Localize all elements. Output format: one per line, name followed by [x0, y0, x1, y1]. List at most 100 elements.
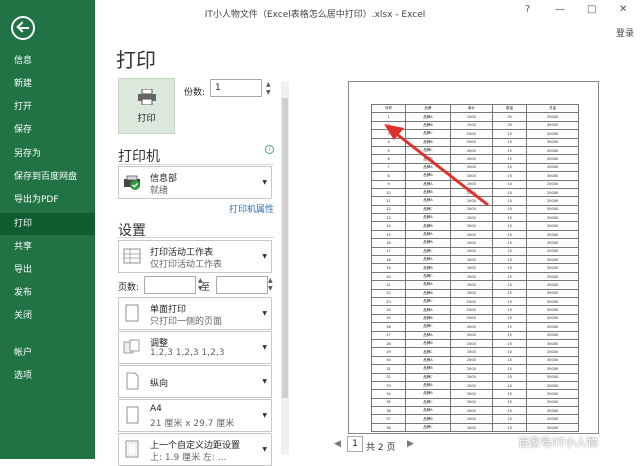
help-button[interactable]: ? — [525, 4, 530, 15]
preview-table-cell: 品牌B — [405, 364, 451, 374]
preview-table-cell: 品牌A — [405, 162, 451, 173]
back-arrow-icon[interactable] — [11, 16, 35, 40]
preview-table-cell: 30000 — [526, 338, 579, 349]
preview-table-row: 3 品牌C 2000 10 20000 — [370, 129, 579, 139]
preview-table-cell: 15 — [492, 137, 528, 147]
preview-table-cell: 20000 — [526, 187, 579, 198]
nav-options[interactable]: 选项 — [0, 365, 95, 387]
paper-size-select[interactable]: A4 21 厘米 x 29.7 厘米 ▼ — [118, 399, 272, 432]
paper-size-desc: 21 厘米 x 29.7 厘米 — [150, 419, 235, 429]
preview-table-row: 15 品牌A 2000 15 30000 — [370, 229, 579, 240]
preview-table-cell: 30000 — [526, 389, 579, 399]
preview-table-cell: 品牌C — [405, 246, 451, 257]
close-button[interactable]: ✕ — [619, 4, 627, 15]
nav-close[interactable]: 关闭 — [0, 305, 95, 327]
preview-table-cell: 10 — [492, 347, 528, 357]
preview-table-cell: 2000 — [449, 372, 494, 382]
nav-save-as[interactable]: 另存为 — [0, 143, 95, 165]
preview-table-cell: 30000 — [526, 397, 579, 408]
nav-save-baidu[interactable]: 保存到百度网盘 — [0, 166, 95, 188]
preview-header-cell: 品牌 — [405, 103, 451, 114]
printer-select[interactable]: 信息部 就绪 ▼ — [118, 166, 272, 199]
nav-save[interactable]: 保存 — [0, 119, 95, 141]
preview-table-row: 26 品牌C 2000 15 30000 — [370, 322, 579, 332]
pages-to-input[interactable] — [216, 276, 268, 294]
pages-from-input[interactable] — [144, 276, 196, 294]
preview-table-cell: 10 — [492, 313, 528, 324]
preview-table-cell: 品牌C — [405, 372, 451, 382]
copies-input[interactable]: 1 — [210, 79, 262, 97]
preview-table-row: 27 品牌A 2000 15 30000 — [370, 330, 579, 340]
preview-table-cell: 12 — [370, 204, 407, 215]
print-button[interactable]: 打印 — [118, 78, 175, 134]
preview-table-row: 13 品牌A 2000 15 30000 — [370, 213, 579, 223]
preview-table-cell: 2000 — [449, 229, 494, 240]
preview-table-cell: 20000 — [526, 347, 579, 357]
preview-table-cell: 2000 — [449, 406, 494, 416]
preview-table-cell: 品牌C — [405, 271, 451, 282]
preview-table-cell: 品牌A — [405, 179, 451, 189]
preview-table-cell: 2000 — [449, 213, 494, 223]
nav-export-pdf[interactable]: 导出为PDF — [0, 189, 95, 211]
preview-table-cell: 2000 — [449, 288, 494, 299]
preview-table-cell: 30000 — [526, 171, 579, 181]
current-page-input[interactable]: 1 — [347, 436, 363, 452]
nav-open[interactable]: 打开 — [0, 96, 95, 118]
preview-table-row: 11 品牌A 2000 10 20000 — [370, 196, 579, 206]
preview-table-row: 21 品牌A 2000 10 20000 — [370, 280, 579, 290]
page-title: 打印 — [116, 48, 156, 72]
preview-table-row: 2 品牌B 1500 30 45000 — [370, 120, 579, 131]
copies-label: 份数: — [184, 88, 206, 98]
orientation-select[interactable]: 纵向 ▼ — [118, 365, 272, 398]
nav-share[interactable]: 共享 — [0, 236, 95, 258]
preview-table-cell: 22 — [370, 288, 407, 299]
collate-select[interactable]: 调整 1,2,3 1,2,3 1,2,3 ▼ — [118, 331, 272, 364]
preview-table-cell: 6 — [370, 154, 407, 164]
nav-new[interactable]: 新建 — [0, 73, 95, 95]
preview-table-cell: 15 — [492, 305, 528, 315]
preview-table-cell: 品牌B — [405, 120, 451, 131]
preview-table-cell: 10 — [492, 414, 528, 424]
margins-select[interactable]: 上一个自定义边距设置 上: 1.9 厘米 左: ... ▼ — [118, 433, 272, 466]
prev-page-icon[interactable]: ◀ — [334, 439, 341, 449]
pages-to-up-icon[interactable]: ▲ — [268, 277, 273, 284]
preview-header-cell: 数量 — [492, 103, 528, 114]
preview-table-row: 31 品牌B 2000 15 30000 — [370, 364, 579, 374]
settings-scrollbar[interactable] — [281, 82, 289, 454]
minimize-button[interactable]: — — [555, 4, 565, 15]
copies-down-icon[interactable]: ▼ — [266, 89, 271, 96]
sides-select[interactable]: 单面打印 只打印一侧的页面 ▼ — [118, 297, 272, 330]
nav-export[interactable]: 导出 — [0, 259, 95, 281]
preview-table-cell: 20000 — [526, 129, 579, 139]
print-what-select[interactable]: 打印活动工作表 仅打印活动工作表 ▼ — [118, 240, 272, 273]
preview-table-cell: 15 — [492, 255, 528, 265]
info-icon[interactable]: i — [265, 145, 274, 154]
nav-info[interactable]: 信息 — [0, 50, 95, 72]
pages-to-down-icon[interactable]: ▼ — [268, 285, 273, 292]
login-link[interactable]: 登录 — [616, 26, 634, 39]
preview-table-row: 32 品牌C 2000 15 30000 — [370, 372, 579, 382]
preview-table-cell: 15 — [492, 338, 528, 349]
preview-table-cell: 30000 — [526, 364, 579, 374]
preview-table-cell: 15 — [492, 204, 528, 215]
preview-table-cell: 2000 — [449, 221, 494, 231]
nav-publish[interactable]: 发布 — [0, 282, 95, 304]
preview-table-cell: 品牌C — [405, 129, 451, 139]
preview-table-cell: 品牌C — [405, 296, 451, 307]
nav-account[interactable]: 帐户 — [0, 342, 95, 364]
preview-table-cell: 品牌B — [405, 338, 451, 349]
preview-table-cell: 2000 — [449, 171, 494, 181]
preview-table-cell: 21 — [370, 280, 407, 290]
preview-table-row: 20 品牌C 2000 15 30000 — [370, 271, 579, 282]
scrollbar-thumb[interactable] — [282, 98, 288, 398]
preview-table-cell: 1500 — [449, 120, 494, 131]
next-page-icon[interactable]: ▶ — [407, 439, 414, 449]
printer-properties-link[interactable]: 打印机属性 — [229, 202, 274, 215]
nav-print[interactable]: 打印 — [0, 213, 95, 235]
preview-table-cell: 2000 — [449, 355, 494, 366]
restore-button[interactable]: □ — [587, 4, 596, 15]
preview-table-cell: 8 — [370, 171, 407, 181]
preview-table-cell: 品牌A — [405, 355, 451, 366]
preview-table-row: 10 品牌B 2000 10 20000 — [370, 187, 579, 198]
copies-up-icon[interactable]: ▲ — [266, 81, 271, 88]
